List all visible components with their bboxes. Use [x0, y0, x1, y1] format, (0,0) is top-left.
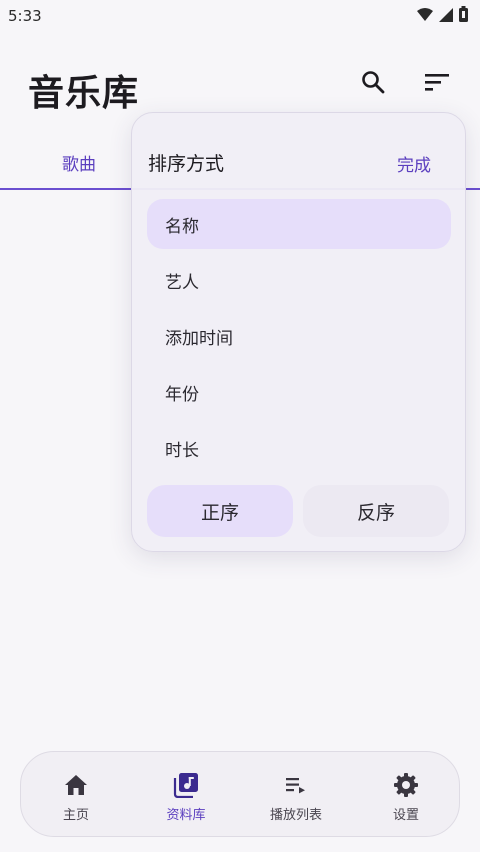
sort-option-label: 时长: [165, 440, 199, 461]
gear-icon: [393, 772, 419, 798]
sort-popup: 排序方式 完成 名称 艺人 添加时间 年份 时长 正序 反序: [131, 112, 466, 552]
popup-title: 排序方式: [148, 153, 225, 175]
sort-option-label: 年份: [165, 384, 199, 405]
nav-item-playlists[interactable]: 播放列表: [241, 752, 351, 838]
nav-label: 播放列表: [269, 808, 322, 823]
battery-icon: [459, 6, 468, 26]
done-button[interactable]: 完成: [397, 151, 431, 176]
nav-label: 资料库: [166, 808, 206, 823]
sort-option-label: 添加时间: [165, 328, 233, 349]
bottom-navigation: 主页 资料库 播放列表 设置: [20, 751, 460, 837]
search-icon: [360, 69, 386, 99]
sort-option-artist[interactable]: 艺人: [147, 255, 451, 305]
search-button[interactable]: [357, 68, 389, 100]
playlist-icon: [283, 772, 309, 798]
library-music-icon: [173, 772, 199, 798]
page-title: 音乐库: [28, 73, 140, 114]
nav-item-home[interactable]: 主页: [21, 752, 131, 838]
sort-icon: [424, 71, 450, 97]
sort-option-date-added[interactable]: 添加时间: [147, 311, 451, 361]
sort-option-label: 艺人: [165, 272, 199, 293]
home-icon: [63, 772, 89, 798]
status-bar: 5:33: [0, 0, 480, 32]
sort-option-duration[interactable]: 时长: [147, 423, 451, 473]
nav-item-settings[interactable]: 设置: [351, 752, 461, 838]
status-icons: [417, 6, 468, 26]
descending-button[interactable]: 反序: [303, 485, 449, 537]
sort-option-name[interactable]: 名称: [147, 199, 451, 249]
cellular-signal-icon: [439, 7, 453, 26]
nav-label: 设置: [392, 808, 419, 823]
ascending-button[interactable]: 正序: [147, 485, 293, 537]
wifi-icon: [417, 7, 433, 26]
sort-button[interactable]: [421, 68, 453, 100]
tab-songs[interactable]: 歌曲: [62, 150, 96, 175]
sort-option-year[interactable]: 年份: [147, 367, 451, 417]
status-time: 5:33: [8, 7, 42, 25]
nav-label: 主页: [62, 808, 89, 823]
sort-option-label: 名称: [165, 216, 199, 237]
nav-item-library[interactable]: 资料库: [131, 752, 241, 838]
